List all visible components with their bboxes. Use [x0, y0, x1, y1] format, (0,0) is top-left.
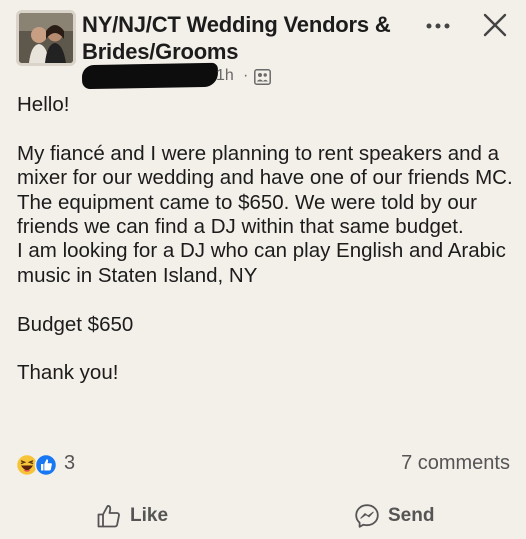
post-greeting: Hello!	[17, 93, 70, 116]
more-icon	[426, 23, 450, 29]
messenger-icon	[355, 504, 379, 528]
group-avatar[interactable]	[16, 10, 76, 66]
redacted-author-name	[81, 62, 219, 90]
close-icon	[483, 13, 507, 37]
comments-count-link[interactable]: 7 comments	[401, 452, 510, 475]
like-button[interactable]: Like	[96, 501, 168, 531]
group-name-link[interactable]: NY/NJ/CT Wedding Vendors & Brides/Grooms	[82, 11, 412, 65]
post-budget: Budget $650	[17, 312, 134, 336]
meta-separator: ·	[243, 67, 249, 84]
like-label: Like	[130, 505, 169, 526]
post-action-bar: Like Send	[0, 495, 526, 539]
post-request: I am looking for a DJ who can play Engli…	[17, 239, 506, 287]
post-timestamp[interactable]: 1h	[216, 67, 234, 85]
thumbs-up-icon	[97, 505, 120, 528]
post-closing: Thank you!	[17, 361, 119, 385]
more-options-button[interactable]	[424, 16, 452, 36]
reaction-icons[interactable]	[15, 453, 64, 477]
engagement-summary: 3 7 comments	[0, 450, 526, 480]
send-label: Send	[388, 505, 435, 526]
post-paragraph: My fiancé and I were planning to rent sp…	[17, 141, 513, 239]
post-meta: 1h ·	[81, 62, 272, 90]
post-header: NY/NJ/CT Wedding Vendors & Brides/Grooms…	[0, 0, 526, 92]
like-reaction-icon	[34, 453, 58, 477]
reaction-count[interactable]: 3	[64, 452, 75, 475]
haha-reaction-icon	[15, 453, 39, 477]
close-button[interactable]	[482, 12, 508, 38]
post-text: Hello! My fiancé and I were planning to …	[17, 93, 517, 386]
send-button[interactable]: Send	[354, 501, 434, 531]
avatar-photo	[19, 13, 73, 63]
group-icon	[254, 69, 271, 85]
